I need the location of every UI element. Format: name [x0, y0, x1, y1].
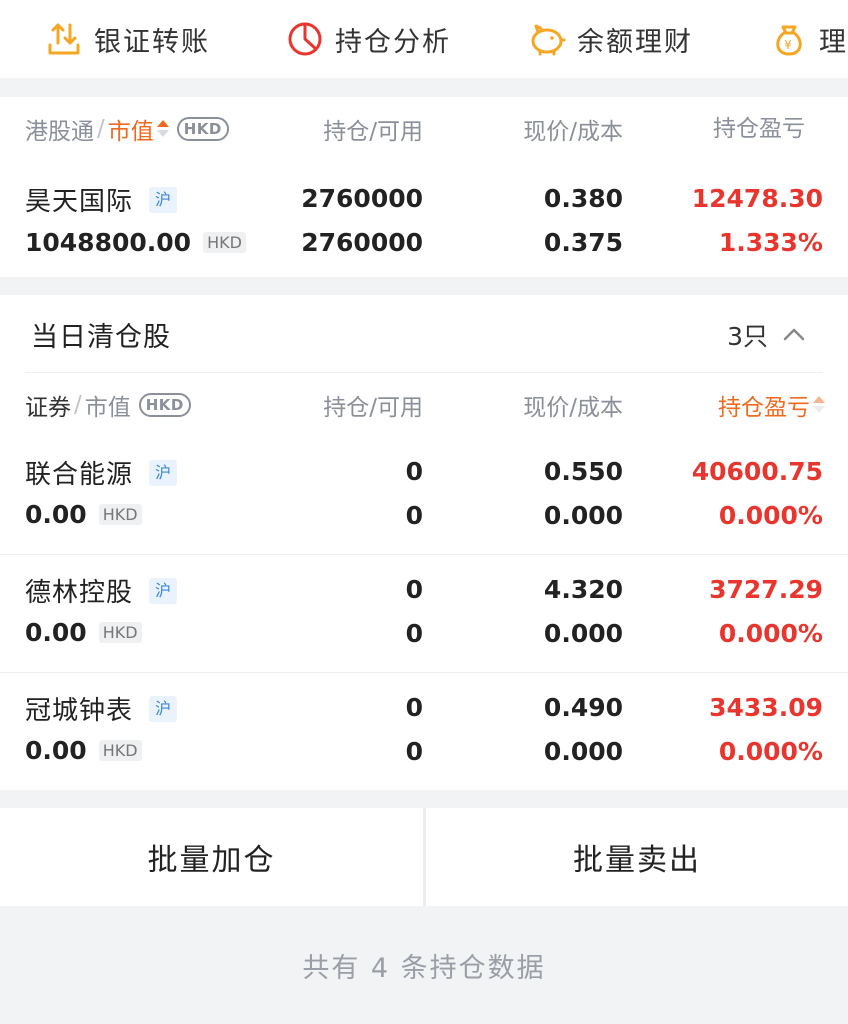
market-tag: 沪 — [149, 459, 178, 486]
stock-name-cell: 冠城钟表 沪 — [25, 690, 178, 727]
market-value: 0.00 — [25, 500, 87, 529]
sort-icon[interactable] — [156, 120, 169, 138]
column-security-label: 证券 — [25, 395, 71, 421]
cleared-card: 当日清仓股 3只 证券 / 市值 HKD 持仓/可用 现价/成本 持仓盈亏 联合… — [0, 295, 848, 790]
table-row[interactable]: 德林控股 沪 0.00 HKD 0 0 4.320 0.000 3727.29 … — [0, 568, 848, 672]
batch-action-bar: 批量加仓 批量卖出 — [0, 808, 848, 906]
table-row[interactable]: 昊天国际 沪 1048800.00 HKD 2760000 2760000 0.… — [0, 177, 848, 277]
available: 0 — [405, 737, 423, 766]
divider — [0, 672, 848, 673]
currency-badge: HKD — [98, 622, 142, 643]
column-pnl-label: 持仓盈亏 — [718, 395, 810, 421]
quick-action-label: 银证转账 — [94, 26, 210, 58]
pie-chart-icon — [285, 19, 325, 59]
available: 0 — [405, 501, 423, 530]
stock-name-cell: 联合能源 沪 — [25, 454, 178, 491]
market-value-cell: 1048800.00 HKD — [25, 228, 246, 257]
market-value-cell: 0.00 HKD — [25, 736, 142, 765]
column-pnl-header[interactable]: 持仓盈亏 — [718, 373, 825, 437]
column-price-header: 现价/成本 — [523, 395, 623, 421]
cost-price: 0.000 — [543, 737, 623, 766]
pnl-amount: 3727.29 — [709, 575, 823, 604]
current-price: 0.380 — [543, 184, 623, 213]
current-price: 0.490 — [543, 693, 623, 722]
column-position-header: 持仓/可用 — [323, 395, 423, 421]
batch-add-button[interactable]: 批量加仓 — [0, 808, 423, 906]
stock-name-cell: 昊天国际 沪 — [25, 181, 178, 218]
column-market-value-label: 市值 — [84, 395, 131, 421]
column-pnl-header[interactable]: 持仓盈亏 — [713, 97, 823, 161]
stock-name: 联合能源 — [25, 460, 134, 490]
transfer-icon — [44, 19, 84, 59]
cleared-section-title: 当日清仓股 — [31, 322, 171, 353]
quick-action-wealth[interactable]: ¥ 理财 — [769, 0, 848, 78]
quick-action-label: 理财 — [819, 26, 848, 58]
holdings-count-footer: 共有 4 条持仓数据 — [302, 952, 546, 984]
stock-name: 冠城钟表 — [25, 696, 134, 726]
currency-switch-icon[interactable]: HKD — [176, 117, 229, 141]
column-market-value-label: 市值 — [107, 119, 154, 145]
market-tag: 沪 — [149, 186, 178, 213]
svg-text:¥: ¥ — [784, 38, 794, 52]
currency-badge: HKD — [203, 232, 246, 253]
market-value-cell: 0.00 HKD — [25, 618, 142, 647]
cost-price: 0.375 — [543, 228, 623, 257]
cleared-header-row: 证券 / 市值 HKD 持仓/可用 现价/成本 持仓盈亏 — [0, 373, 848, 437]
stock-name: 德林控股 — [25, 578, 134, 608]
cleared-count: 3只 — [727, 322, 768, 351]
currency-badge: HKD — [98, 504, 142, 525]
market-value: 0.00 — [25, 618, 87, 647]
column-price-header: 现价/成本 — [523, 119, 623, 145]
market-value-cell: 0.00 HKD — [25, 500, 142, 529]
money-bag-icon: ¥ — [769, 19, 809, 59]
holdings-header-name[interactable]: 港股通 / 市值 HKD — [25, 97, 229, 161]
current-price: 0.550 — [543, 457, 623, 486]
table-row[interactable]: 联合能源 沪 0.00 HKD 0 0 0.550 0.000 40600.75… — [0, 450, 848, 554]
cost-price: 0.000 — [543, 619, 623, 648]
pnl-percent: 0.000% — [718, 501, 823, 530]
available: 0 — [405, 619, 423, 648]
column-position-header: 持仓/可用 — [323, 119, 423, 145]
quick-action-balance[interactable]: 余额理财 — [527, 0, 693, 78]
quick-action-transfer[interactable]: 银证转账 — [44, 0, 210, 78]
sort-icon[interactable] — [813, 396, 825, 414]
market-value: 1048800.00 — [25, 228, 192, 257]
position: 2760000 — [301, 184, 423, 213]
divider — [0, 554, 848, 555]
holdings-card: 港股通 / 市值 HKD 持仓/可用 现价/成本 持仓盈亏 昊天国际 沪 104… — [0, 97, 848, 277]
position: 0 — [405, 575, 423, 604]
table-row[interactable]: 冠城钟表 沪 0.00 HKD 0 0 0.490 0.000 3433.09 … — [0, 686, 848, 790]
pnl-percent: 0.000% — [718, 619, 823, 648]
separator: / — [74, 392, 82, 418]
pnl-amount: 40600.75 — [691, 457, 823, 486]
currency-badge: HKD — [98, 740, 142, 761]
quick-action-analysis[interactable]: 持仓分析 — [285, 0, 451, 78]
separator: / — [97, 116, 105, 142]
pnl-amount: 12478.30 — [691, 184, 823, 213]
position: 0 — [405, 457, 423, 486]
stock-name: 昊天国际 — [25, 187, 134, 217]
chevron-up-icon[interactable] — [782, 322, 806, 346]
column-market-label: 港股通 — [25, 119, 94, 145]
cleared-header-name[interactable]: 证券 / 市值 HKD — [25, 373, 191, 437]
available: 2760000 — [301, 228, 423, 257]
pnl-percent: 1.333% — [718, 228, 823, 257]
stock-name-cell: 德林控股 沪 — [25, 572, 178, 609]
current-price: 4.320 — [543, 575, 623, 604]
currency-switch-icon[interactable]: HKD — [138, 393, 191, 417]
pnl-percent: 0.000% — [718, 737, 823, 766]
cost-price: 0.000 — [543, 501, 623, 530]
market-value: 0.00 — [25, 736, 87, 765]
piggy-bank-icon — [527, 19, 567, 59]
batch-sell-button[interactable]: 批量卖出 — [426, 808, 848, 906]
market-tag: 沪 — [149, 695, 178, 722]
quick-action-bar: 银证转账 持仓分析 余额理财 ¥ 理财 — [0, 0, 848, 78]
quick-action-label: 余额理财 — [577, 26, 693, 58]
quick-action-label: 持仓分析 — [335, 26, 451, 58]
pnl-amount: 3433.09 — [709, 693, 823, 722]
position: 0 — [405, 693, 423, 722]
market-tag: 沪 — [149, 577, 178, 604]
